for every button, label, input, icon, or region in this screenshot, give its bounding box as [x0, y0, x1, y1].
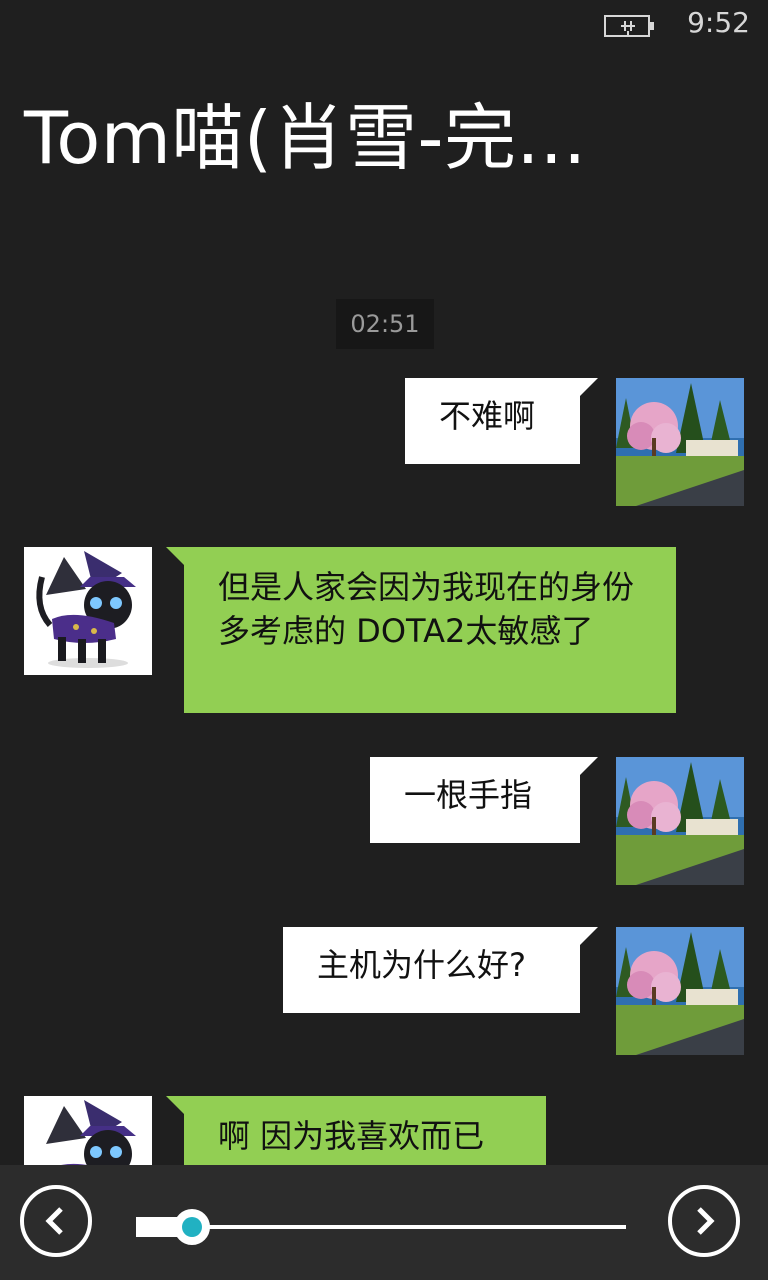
message-text: 一根手指	[404, 776, 533, 814]
message-text: 主机为什么好?	[317, 946, 526, 984]
bubble-tail	[166, 547, 184, 565]
my-avatar[interactable]	[616, 927, 744, 1055]
history-slider-thumb[interactable]	[174, 1209, 211, 1245]
bubble-tail	[580, 378, 598, 396]
bubble-tail	[166, 1096, 184, 1114]
message-text: 但是人家会因为我现在的身份 多考虑的 DOTA2太敏感了	[218, 568, 635, 650]
message-bubble-incoming[interactable]: 但是人家会因为我现在的身份 多考虑的 DOTA2太敏感了	[166, 547, 676, 713]
status-bar: 9:52	[0, 0, 768, 52]
message-text: 不难啊	[439, 397, 536, 435]
bottom-toolbar	[0, 1165, 768, 1280]
bubble-tail	[580, 757, 598, 775]
chevron-right-icon	[697, 1207, 715, 1235]
my-avatar[interactable]	[616, 757, 744, 885]
message-timestamp: 02:51	[336, 299, 434, 349]
previous-button[interactable]	[20, 1185, 92, 1257]
next-button[interactable]	[668, 1185, 740, 1257]
contact-avatar[interactable]	[24, 547, 152, 675]
bubble-tail	[580, 927, 598, 945]
battery-charging-icon	[603, 12, 657, 40]
message-text: 啊 因为我喜欢而已	[218, 1117, 485, 1155]
clock: 9:52	[687, 6, 750, 39]
message-bubble-outgoing[interactable]: 一根手指	[370, 757, 598, 843]
page-title: Tom喵(肖雪-完...	[24, 96, 587, 180]
message-bubble-outgoing[interactable]: 主机为什么好?	[283, 927, 598, 1013]
my-avatar[interactable]	[616, 378, 744, 506]
message-bubble-outgoing[interactable]: 不难啊	[405, 378, 598, 464]
chevron-left-icon	[45, 1207, 63, 1235]
